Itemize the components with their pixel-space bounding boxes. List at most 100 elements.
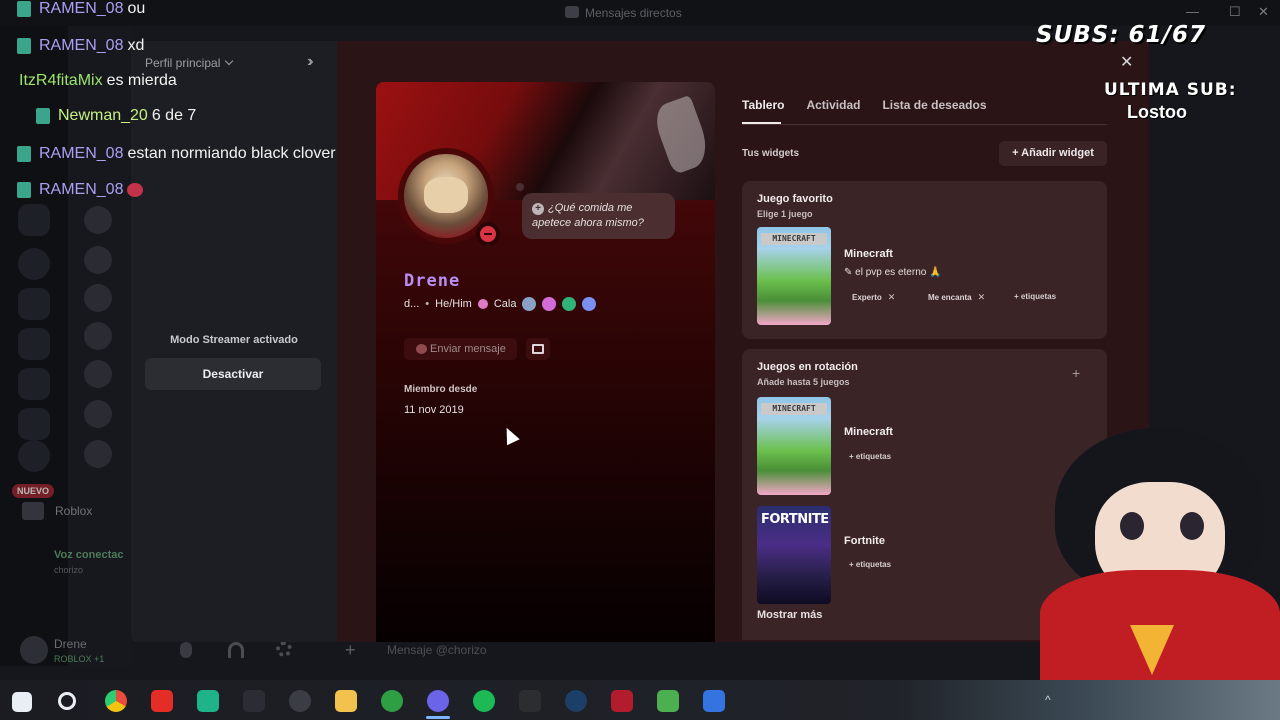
tray-chevron-icon[interactable]: ^ <box>1045 693 1051 707</box>
epic-games-icon[interactable] <box>519 690 541 712</box>
remove-tag-icon[interactable]: ✕ <box>888 292 896 302</box>
server-icon[interactable] <box>18 288 50 320</box>
attach-plus-icon[interactable]: + <box>345 640 356 661</box>
minecraft-cover[interactable]: MINECRAFT <box>757 397 831 495</box>
minecraft-cover[interactable]: MINECRAFT <box>757 227 831 325</box>
vtuber-eye <box>1120 512 1144 540</box>
chat-badge-icon <box>17 1 31 17</box>
app-icon[interactable] <box>197 690 219 712</box>
nuevo-badge: NUEVO <box>12 484 55 498</box>
vtuber-eye <box>1180 512 1204 540</box>
add-widget-button[interactable]: + Añadir widget <box>999 141 1107 166</box>
search-icon[interactable] <box>58 692 76 710</box>
dm-avatar[interactable] <box>84 246 112 274</box>
fortnite-cover[interactable]: FORTNITE <box>757 506 831 604</box>
add-tags-button[interactable]: + etiquetas <box>849 560 891 569</box>
dm-avatar[interactable] <box>84 206 112 234</box>
remove-tag-icon[interactable]: ✕ <box>978 292 986 302</box>
tab-lista-deseados[interactable]: Lista de deseados <box>882 98 986 112</box>
chrome-icon[interactable] <box>105 690 127 712</box>
chat-bubble-icon <box>416 344 427 354</box>
chat-message: RAMEN_08 ou <box>17 0 145 18</box>
badge-3-icon[interactable] <box>562 297 577 311</box>
tag-label: Me encanta <box>928 293 972 302</box>
server-icon[interactable] <box>18 408 50 440</box>
show-more-button[interactable]: Mostrar más <box>757 609 822 621</box>
game-name: Minecraft <box>844 248 893 260</box>
tag-chip[interactable]: Experto ✕ <box>852 292 895 303</box>
tab-tablero[interactable]: Tablero <box>742 98 784 112</box>
voice-channel-label: chorizo <box>54 565 84 575</box>
tab-actividad[interactable]: Actividad <box>806 98 860 112</box>
server-icon[interactable] <box>18 368 50 400</box>
close-modal-icon[interactable]: ✕ <box>1120 52 1133 72</box>
xbox-icon[interactable] <box>381 690 403 712</box>
maximize-button[interactable]: ☐ <box>1229 4 1241 20</box>
server-icon[interactable] <box>18 328 50 360</box>
discord-icon[interactable] <box>427 690 449 712</box>
add-tags-button[interactable]: + etiquetas <box>1014 292 1056 301</box>
gear-icon[interactable] <box>276 641 292 657</box>
avatar-face <box>424 177 468 213</box>
dm-avatar[interactable] <box>84 284 112 312</box>
minecraft-logo: MINECRAFT <box>761 233 827 245</box>
lightning-bolt-icon <box>1130 625 1174 675</box>
server-tag[interactable]: Cala <box>494 298 517 310</box>
dm-avatar[interactable] <box>84 440 112 468</box>
user-avatar[interactable] <box>20 636 48 664</box>
gift-icon <box>532 344 544 354</box>
x-app-icon[interactable] <box>611 690 633 712</box>
spotify-icon[interactable] <box>473 690 495 712</box>
streamer-mode-label: Modo Streamer activado <box>170 334 298 346</box>
vtuber-avatar <box>1040 420 1280 680</box>
chat-badge-icon <box>17 38 31 54</box>
folder-icon[interactable] <box>335 690 357 712</box>
roblox-icon[interactable] <box>703 690 725 712</box>
badge-4-icon[interactable] <box>582 297 597 311</box>
add-game-button[interactable]: + <box>1072 365 1080 381</box>
chat-username: Newman_20 <box>58 107 148 124</box>
tag-chip[interactable]: Me encanta ✕ <box>928 292 985 303</box>
minecraft-icon[interactable] <box>657 690 679 712</box>
server-icon[interactable] <box>18 248 50 280</box>
roblox-activity[interactable]: Roblox <box>22 500 132 520</box>
dm-avatar[interactable] <box>84 360 112 388</box>
member-since-label: Miembro desde <box>404 384 478 395</box>
valorant-icon[interactable] <box>243 690 265 712</box>
profile-meta: d... • He/Him Cala <box>404 297 597 311</box>
badge-2-icon[interactable] <box>542 297 557 311</box>
separator: • <box>425 298 430 310</box>
minimize-button[interactable]: — <box>1186 4 1199 19</box>
badge-1-icon[interactable] <box>522 297 537 311</box>
chat-message: RAMEN_08 xd <box>17 37 144 55</box>
last-sub-name: Lostoo <box>1127 102 1187 122</box>
member-since-date: 11 nov 2019 <box>404 404 464 416</box>
microphone-icon[interactable] <box>180 642 192 658</box>
obs-icon[interactable] <box>289 690 311 712</box>
chat-username: RAMEN_08 <box>39 181 124 198</box>
game-name: Fortnite <box>844 535 885 547</box>
subs-counter: SUBS: 61/67 <box>1036 22 1206 48</box>
chat-badge-icon <box>36 108 50 124</box>
headphones-icon[interactable] <box>228 642 244 658</box>
dm-icon <box>565 6 579 18</box>
steam-icon[interactable] <box>565 690 587 712</box>
youtube-icon[interactable] <box>151 690 173 712</box>
custom-status-bubble[interactable]: + ¿Qué comida me apetece ahora mismo? <box>522 193 675 239</box>
chat-username: RAMEN_08 <box>39 0 124 17</box>
deactivate-button[interactable]: Desactivar <box>145 358 321 390</box>
add-tags-button[interactable]: + etiquetas <box>849 452 891 461</box>
username: d... <box>404 298 420 310</box>
user-name: Drene <box>54 637 87 651</box>
message-input[interactable]: Mensaje @chorizo <box>387 643 487 657</box>
voice-connected-label: Voz conectac <box>54 549 124 561</box>
windows-start-icon[interactable] <box>12 692 32 712</box>
server-icon[interactable] <box>18 440 50 472</box>
chat-message: Newman_20 6 de 7 <box>36 107 196 125</box>
dm-avatar[interactable] <box>84 400 112 428</box>
fortnite-logo: FORTNITE <box>761 512 829 527</box>
chat-message: ItzR4fitaMix es mierda <box>19 72 177 90</box>
chat-text: xd <box>127 37 145 54</box>
dm-avatar[interactable] <box>84 322 112 350</box>
close-window-button[interactable]: ✕ <box>1258 4 1269 20</box>
